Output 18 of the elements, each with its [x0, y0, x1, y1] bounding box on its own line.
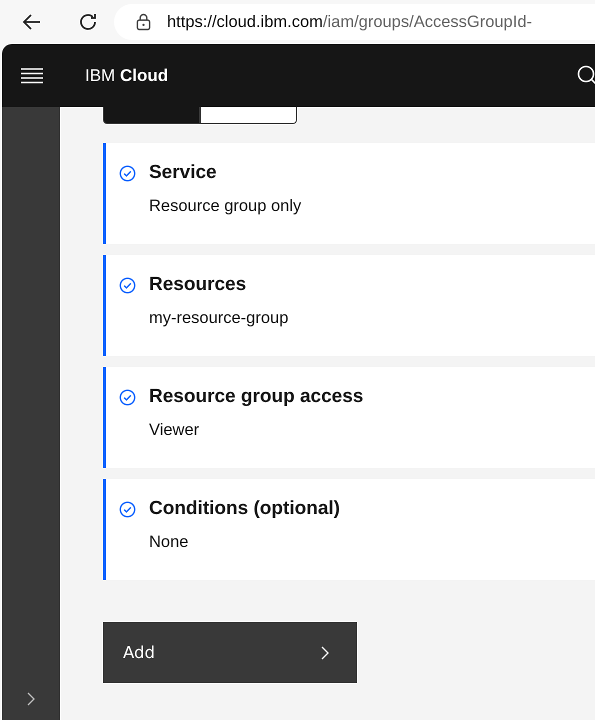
- brand-name[interactable]: IBM Cloud: [85, 66, 168, 86]
- section-title: Resources: [149, 274, 246, 296]
- section-title: Resource group access: [149, 386, 364, 408]
- expand-icon[interactable]: [27, 692, 35, 706]
- view-tab[interactable]: [200, 107, 297, 124]
- section-title: Conditions (optional): [149, 498, 340, 520]
- address-bar[interactable]: https://cloud.ibm.com/iam/groups/AccessGroupId-: [114, 4, 595, 40]
- section-title: Service: [149, 162, 217, 184]
- url-text: https://cloud.ibm.com/iam/groups/AccessGroupId-: [167, 12, 532, 32]
- section-value: Viewer: [148, 421, 200, 440]
- section-value: None: [148, 533, 190, 552]
- section-value: Resource group only: [148, 197, 302, 216]
- add-button[interactable]: Add: [103, 622, 357, 683]
- menu-icon[interactable]: [21, 68, 43, 84]
- section-value: my-resource-group: [148, 309, 290, 328]
- search-icon[interactable]: [577, 64, 595, 86]
- chevron-icon: [321, 646, 329, 660]
- lock-icon: [136, 13, 151, 31]
